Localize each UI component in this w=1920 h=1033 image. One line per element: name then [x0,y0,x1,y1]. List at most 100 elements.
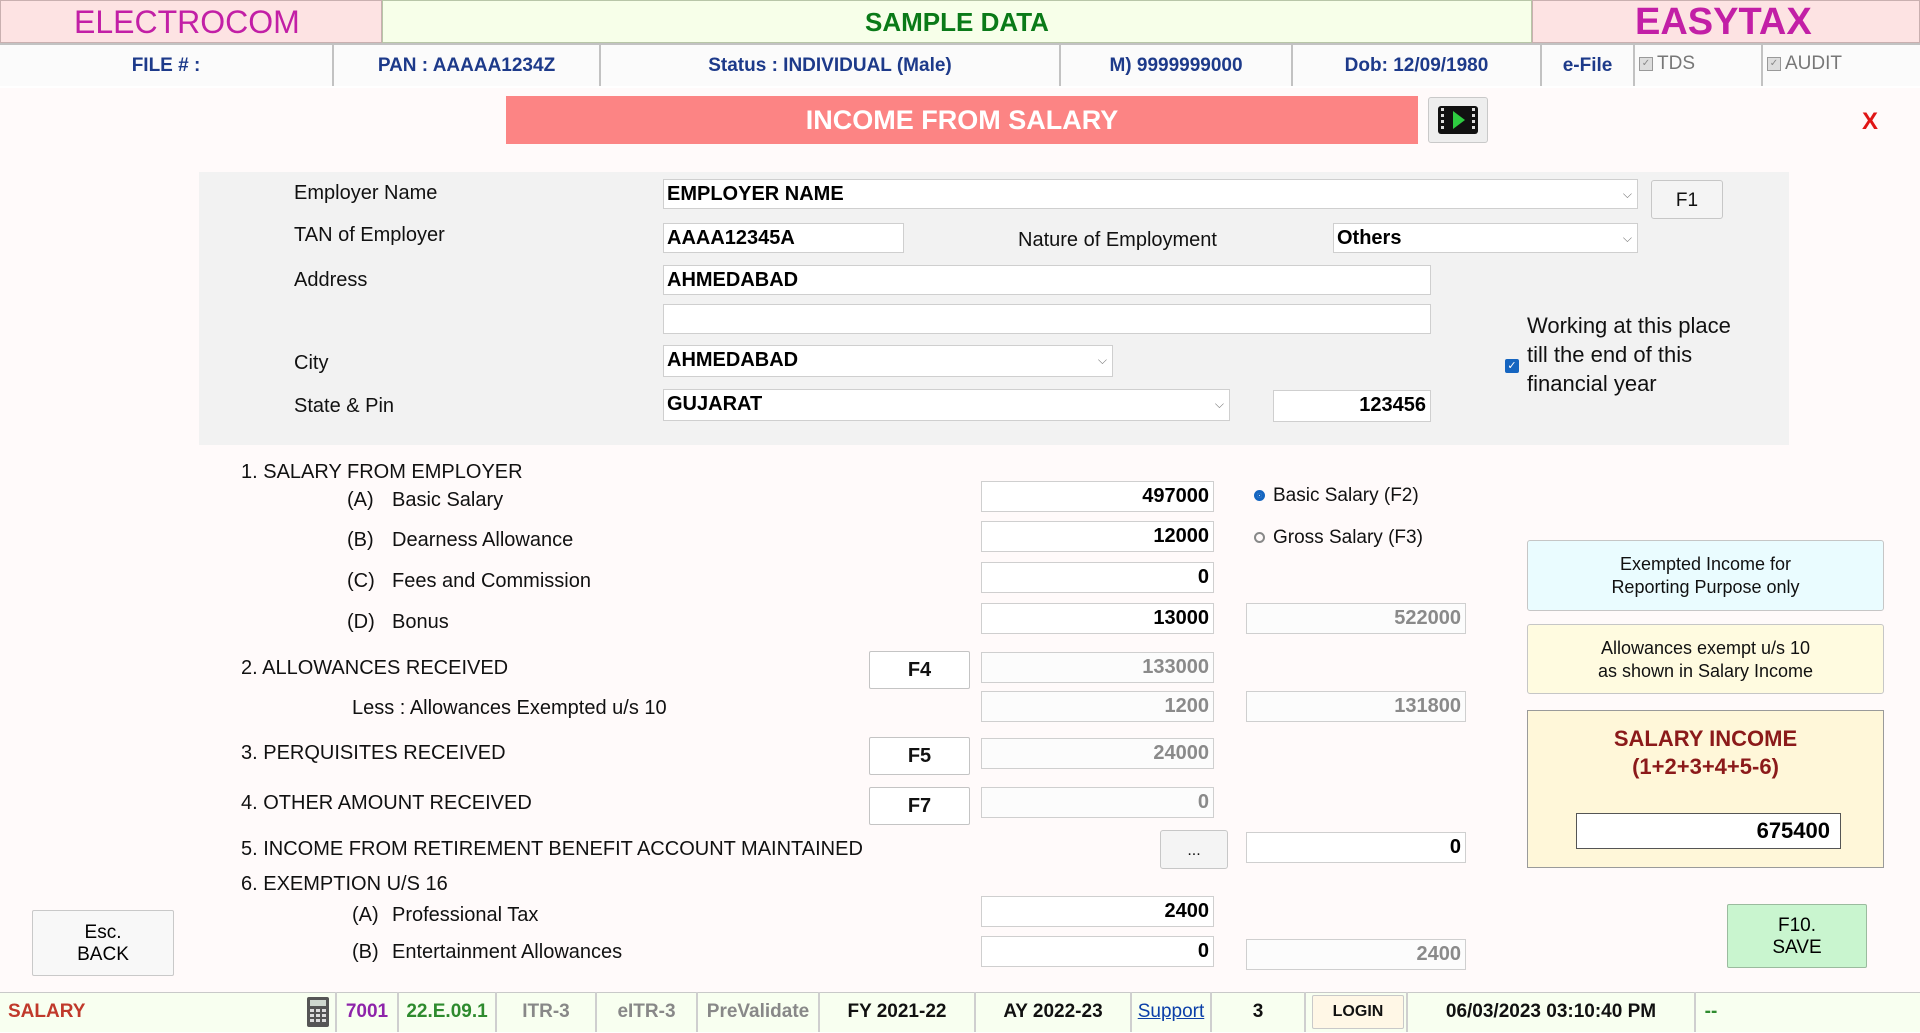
exemption-16-heading: 6. EXEMPTION U/S 16 [241,873,448,895]
employer-name-label: Employer Name [294,182,438,204]
count-indicator: 3 [1212,992,1306,1032]
audit-label: AUDIT [1785,53,1842,74]
radio-selected-icon [1254,490,1265,502]
itr-form[interactable]: ITR-3 [497,992,597,1032]
tds-checkbox[interactable]: ✓ TDS [1635,43,1763,86]
mobile-number: M) 9999999000 [1061,43,1293,86]
perquisites-heading: 3. PERQUISITES RECEIVED [241,742,506,764]
prevalidate-button[interactable]: PreValidate [698,992,820,1032]
allowances-received-heading: 2. ALLOWANCES RECEIVED [241,657,509,679]
basic-salary-radio-label: Basic Salary (F2) [1273,485,1419,506]
exemption-total-value: 2400 [1246,939,1466,970]
state-pin-label: State & Pin [294,395,395,417]
sample-data-title: SAMPLE DATA [382,0,1532,43]
entertainment-prefix: (B) [352,941,379,963]
chevron-down-icon: ⌵ [1622,231,1632,245]
dearness-allowance-input[interactable]: 12000 [981,521,1214,552]
nature-value: Others [1337,227,1402,249]
fees-prefix: (C) [347,570,375,592]
working-label-line3: financial year [1527,371,1657,396]
city-select[interactable]: AHMEDABAD ⌵ [663,345,1113,377]
entertainment-allowances-input[interactable]: 0 [981,936,1214,967]
salary-income-title-line2: (1+2+3+4+5-6) [1632,754,1779,779]
other-amount-f7-button[interactable]: F7 [869,787,970,825]
assessment-year: AY 2022-23 [976,992,1132,1032]
f1-button[interactable]: F1 [1651,180,1723,219]
save-button-line2: SAVE [1772,937,1822,958]
address-line2-input[interactable] [663,304,1431,334]
radio-unselected-icon [1254,532,1265,544]
basic-salary-label: Basic Salary [392,489,504,511]
page-title: INCOME FROM SALARY [506,96,1418,144]
efile-link[interactable]: e-File [1542,43,1635,86]
tan-label: TAN of Employer [294,224,445,246]
state-select[interactable]: GUJARAT ⌵ [663,389,1230,421]
salary-income-title-line1: SALARY INCOME [1613,726,1798,751]
support-link[interactable]: Support [1132,992,1212,1032]
salary-from-employer-heading: 1. SALARY FROM EMPLOYER [241,461,523,483]
allowances-exempted-value: 1200 [981,691,1214,722]
chevron-down-icon: ⌵ [1214,397,1224,411]
employer-name-select[interactable]: EMPLOYER NAME ⌵ [663,179,1638,209]
retirement-benefit-more-button[interactable]: ... [1160,830,1228,869]
retirement-benefit-value[interactable]: 0 [1246,832,1466,863]
save-button[interactable]: F10. SAVE [1727,904,1867,968]
professional-tax-prefix: (A) [352,904,379,926]
allowances-exempt-line1: Allowances exempt u/s 10 [1600,638,1811,658]
address-line1-input[interactable]: AHMEDABAD [663,265,1431,295]
back-button-line1: Esc. [84,922,122,943]
video-help-button[interactable] [1428,97,1488,143]
audit-checkbox[interactable]: ✓ AUDIT [1763,43,1920,86]
version-number: 22.E.09.1 [399,992,497,1032]
date-of-birth: Dob: 12/09/1980 [1293,43,1542,86]
exempted-income-button[interactable]: Exempted Income for Reporting Purpose on… [1527,540,1884,611]
chevron-down-icon: ⌵ [1622,187,1632,201]
professional-tax-label: Professional Tax [392,904,539,926]
professional-tax-input[interactable]: 2400 [981,896,1214,927]
back-button[interactable]: Esc. BACK [32,910,174,976]
working-till-end-checkbox[interactable]: ✓ [1505,359,1519,373]
brand-right: EASYTAX [1532,0,1920,43]
audit-check-icon: ✓ [1767,56,1781,71]
salary-total-value: 522000 [1246,603,1466,634]
other-amount-value: 0 [981,787,1214,818]
exempted-income-line1: Exempted Income for [1619,554,1792,574]
gross-salary-radio[interactable]: Gross Salary (F3) [1254,527,1423,549]
working-label-line1: Working at this place [1527,313,1731,338]
entertainment-allowances-label: Entertainment Allowances [392,941,623,963]
da-prefix: (B) [347,529,374,551]
close-button[interactable]: X [1862,108,1892,138]
login-button[interactable]: LOGIN [1312,995,1404,1029]
nature-of-employment-label: Nature of Employment [1018,229,1217,251]
basic-salary-input[interactable]: 497000 [981,481,1214,512]
state-value: GUJARAT [667,393,763,415]
allowances-received-value: 133000 [981,652,1214,683]
financial-year: FY 2021-22 [820,992,976,1032]
working-label-line2: till the end of this [1527,342,1693,367]
bonus-input[interactable]: 13000 [981,603,1214,634]
salary-income-box: SALARY INCOME (1+2+3+4+5-6) 675400 [1527,710,1884,868]
basic-salary-radio[interactable]: Basic Salary (F2) [1254,485,1419,507]
fees-commission-input[interactable]: 0 [981,562,1214,593]
allowances-f4-button[interactable]: F4 [869,651,970,689]
perquisites-f5-button[interactable]: F5 [869,737,970,775]
calculator-icon[interactable] [305,996,331,1028]
tan-input[interactable]: AAAA12345A [663,223,904,253]
save-button-line1: F10. [1777,915,1817,936]
chevron-down-icon: ⌵ [1097,353,1107,367]
fees-commission-label: Fees and Commission [392,570,591,592]
perquisites-value: 24000 [981,738,1214,769]
user-code: 7001 [335,992,399,1032]
pin-input[interactable]: 123456 [1273,390,1431,422]
current-datetime: 06/03/2023 03:10:40 PM [1406,992,1696,1032]
taxpayer-status: Status : INDIVIDUAL (Male) [601,43,1061,86]
salary-income-value: 675400 [1576,813,1841,849]
allowances-exempt-button[interactable]: Allowances exempt u/s 10 as shown in Sal… [1527,624,1884,694]
working-till-end-label: Working at this place till the end of th… [1527,311,1731,398]
eitr-form[interactable]: eITR-3 [597,992,698,1032]
nature-of-employment-select[interactable]: Others ⌵ [1333,223,1638,253]
file-number: FILE # : [0,43,334,86]
other-amount-heading: 4. OTHER AMOUNT RECEIVED [241,792,532,814]
bonus-prefix: (D) [347,611,375,633]
less-allowances-exempted-label: Less : Allowances Exempted u/s 10 [352,697,667,719]
